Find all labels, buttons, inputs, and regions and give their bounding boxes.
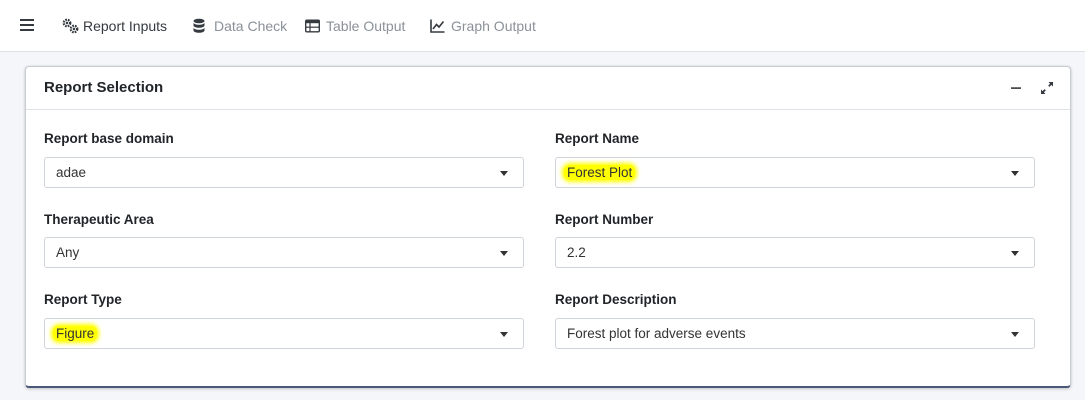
select-value: 2.2 [567,245,586,260]
tab-label: Report Inputs [83,18,168,34]
cogs-icon [62,18,79,34]
report-name-select[interactable]: Forest Plot [555,157,1035,188]
report-description-select[interactable]: Forest plot for adverse events [555,318,1035,349]
collapse-minus-icon[interactable] [1008,80,1024,96]
tab-data-check[interactable]: Data Check [193,16,287,36]
tab-table-output[interactable]: Table Output [304,16,406,36]
report-number-select[interactable]: 2.2 [555,237,1035,268]
report-type-label: Report Type [44,292,122,307]
expand-icon[interactable] [1039,80,1055,96]
line-chart-icon [430,18,446,34]
card-header: Report Selection [26,67,1070,110]
table-icon [304,18,321,34]
select-value: Figure [53,326,98,341]
caret-down-icon [1011,332,1019,337]
hamburger-menu-icon[interactable] [20,18,34,32]
caret-down-icon [500,332,508,337]
select-value: Any [56,245,80,260]
caret-down-icon [500,171,508,176]
select-value: Forest plot for adverse events [567,326,746,341]
report-selection-card: Report Selection Report base domain adae… [25,66,1071,388]
report-description-label: Report Description [555,292,677,307]
therapeutic-area-label: Therapeutic Area [44,212,154,227]
tab-label: Graph Output [451,18,536,34]
select-value: Forest Plot [564,165,636,180]
report-name-label: Report Name [555,131,640,146]
card-title: Report Selection [44,79,164,96]
tab-graph-output[interactable]: Graph Output [430,16,536,36]
report-number-label: Report Number [555,212,654,227]
tab-label: Data Check [214,18,288,34]
caret-down-icon [500,251,508,256]
report-base-domain-select[interactable]: adae [44,157,524,188]
report-type-select[interactable]: Figure [44,318,524,349]
tab-label: Table Output [326,18,406,34]
therapeutic-area-select[interactable]: Any [44,237,524,268]
caret-down-icon [1011,171,1019,176]
top-navbar: Report Inputs Data Check Table Output Gr… [0,0,1085,52]
database-icon [193,18,209,34]
report-base-domain-label: Report base domain [44,131,174,146]
caret-down-icon [1011,251,1019,256]
select-value: adae [56,165,87,180]
tab-report-inputs[interactable]: Report Inputs [62,16,167,36]
